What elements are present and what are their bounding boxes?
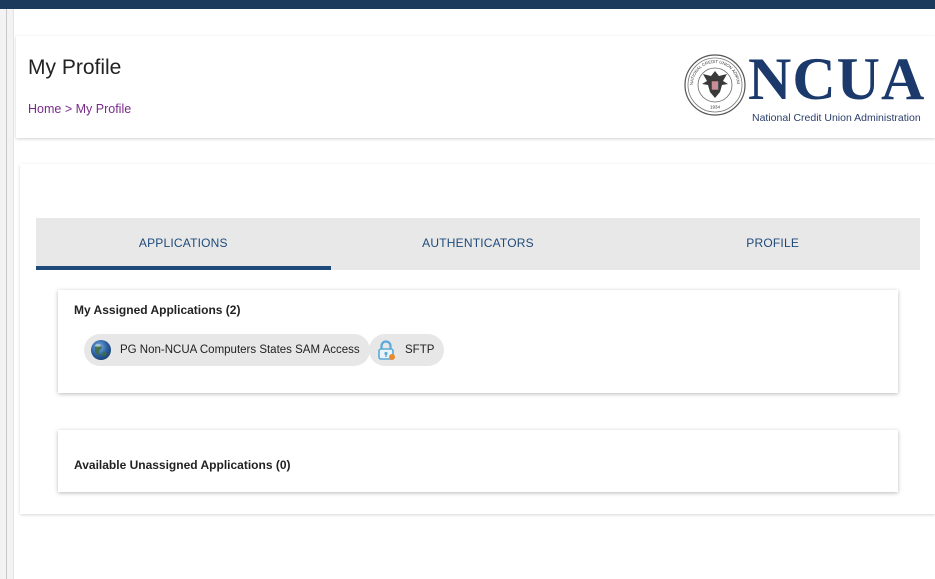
ncua-subtitle: National Credit Union Administration <box>752 112 921 124</box>
assigned-applications-panel: My Assigned Applications (2) PG Non-NCUA… <box>58 290 898 393</box>
assigned-applications-heading: My Assigned Applications (2) <box>74 303 241 317</box>
unassigned-applications-heading: Available Unassigned Applications (0) <box>74 458 291 472</box>
tab-applications[interactable]: APPLICATIONS <box>36 218 331 270</box>
app-chip-pg-sam-access[interactable]: PG Non-NCUA Computers States SAM Access <box>84 334 370 366</box>
app-chip-sftp[interactable]: SFTP <box>369 334 445 366</box>
tab-authenticators[interactable]: AUTHENTICATORS <box>331 218 626 270</box>
breadcrumb-current: My Profile <box>75 102 132 116</box>
app-chip-label: SFTP <box>405 344 435 356</box>
breadcrumb: Home > My Profile <box>28 102 131 116</box>
svg-text:1934: 1934 <box>710 105 721 110</box>
ncua-wordmark: NCUA <box>748 46 926 112</box>
globe-icon <box>91 340 111 360</box>
breadcrumb-home-link[interactable]: Home <box>28 102 61 116</box>
header-card: My Profile Home > My Profile NATIONAL CR… <box>16 36 935 138</box>
app-chip-label: PG Non-NCUA Computers States SAM Access <box>120 344 360 356</box>
unassigned-applications-panel: Available Unassigned Applications (0) <box>58 430 898 492</box>
profile-tabs: APPLICATIONS AUTHENTICATORS PROFILE <box>36 218 920 270</box>
left-scroll-edge <box>0 9 14 579</box>
lock-icon <box>378 340 395 360</box>
ncua-logo: NATIONAL CREDIT UNION ADMINISTRATION 193… <box>684 48 930 132</box>
ncua-seal-icon: NATIONAL CREDIT UNION ADMINISTRATION 193… <box>684 54 746 116</box>
top-bar <box>0 0 935 9</box>
breadcrumb-separator: > <box>64 102 73 116</box>
page-title: My Profile <box>28 56 122 79</box>
tab-profile[interactable]: PROFILE <box>625 218 920 270</box>
